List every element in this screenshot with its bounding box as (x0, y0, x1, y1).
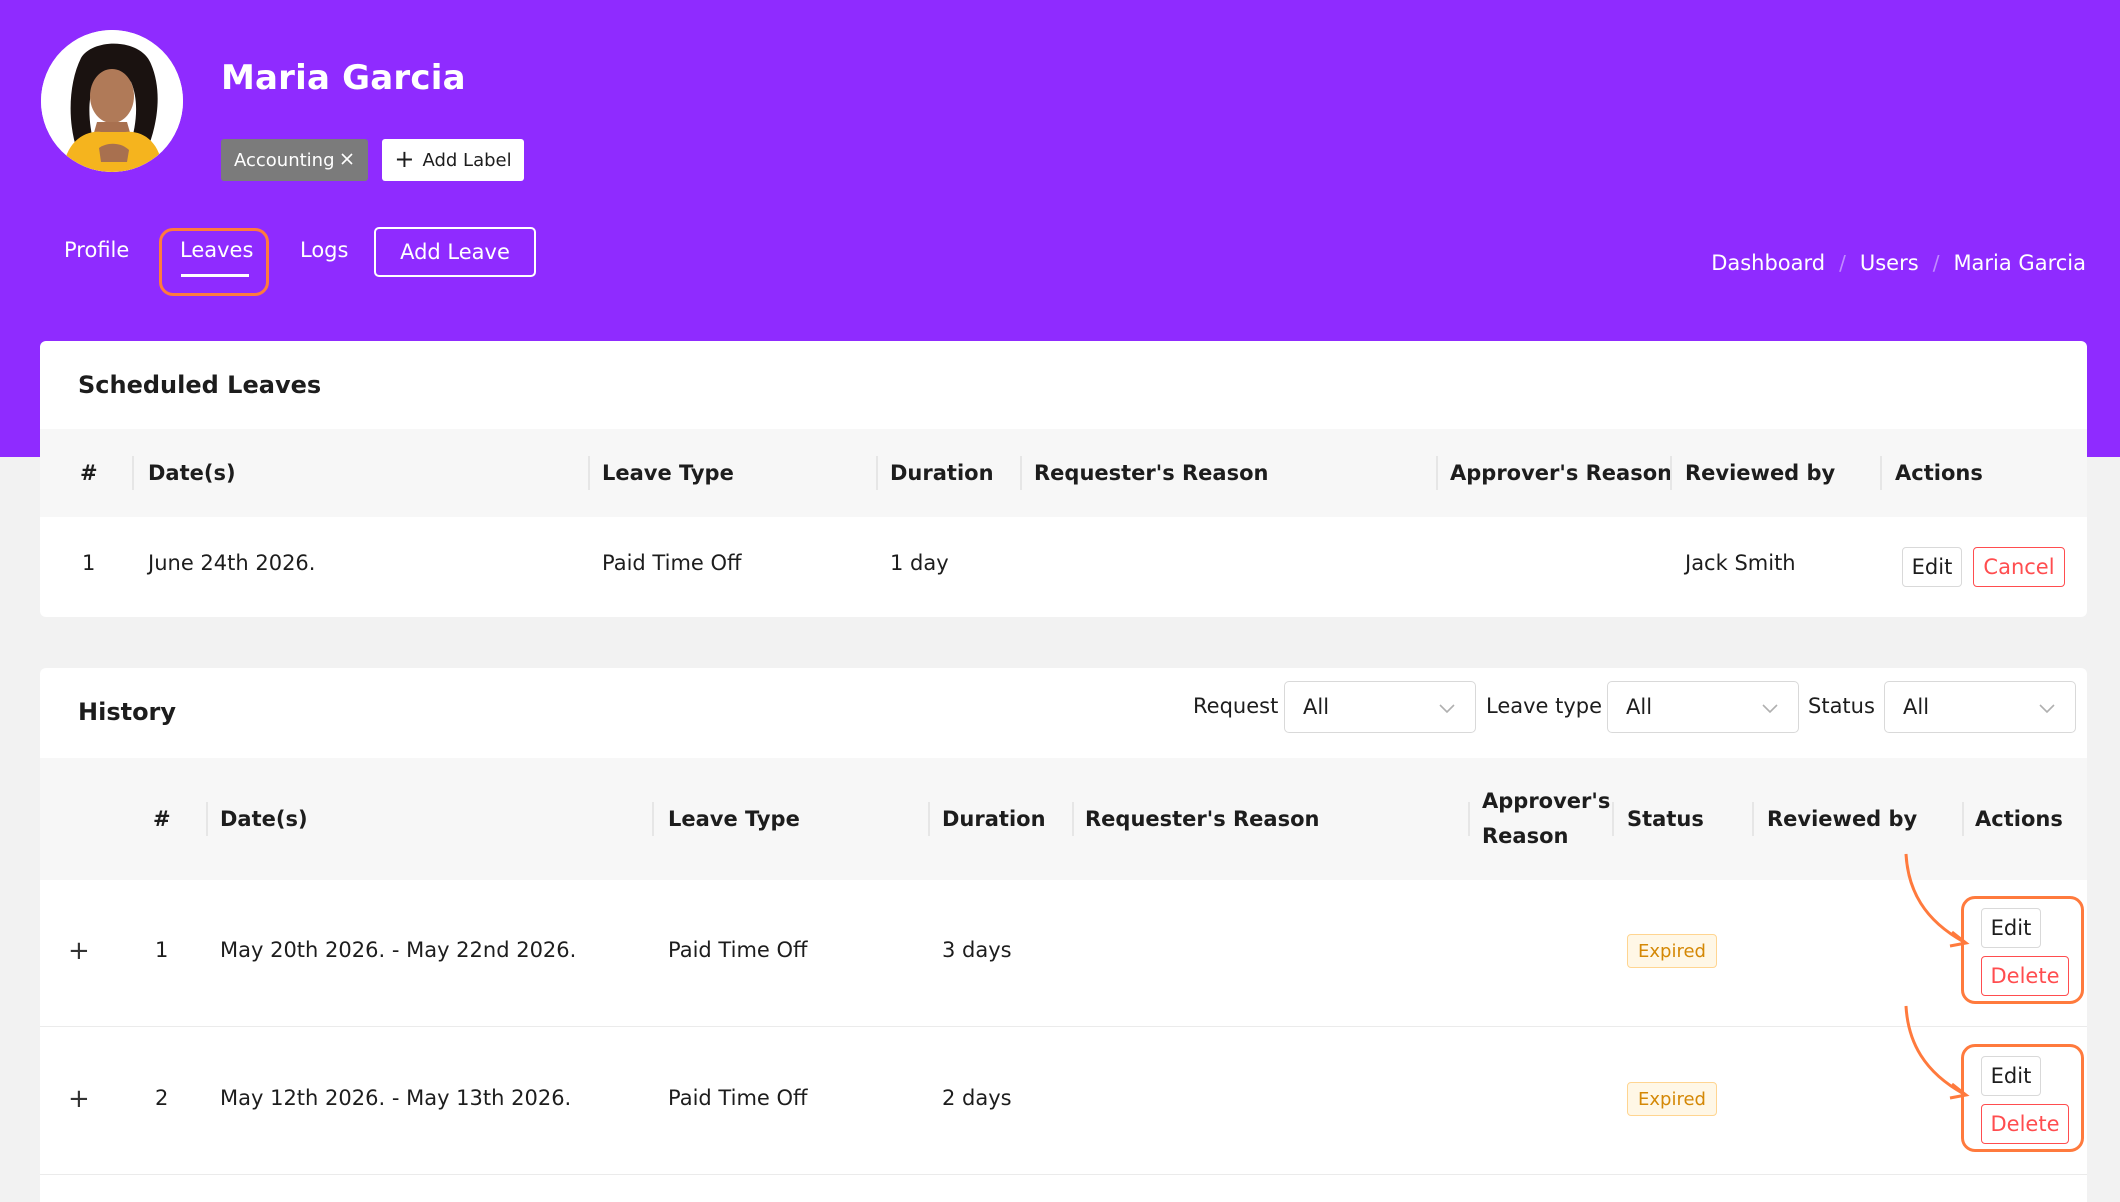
row-divider (40, 1174, 2087, 1175)
label-chip-text: Accounting (234, 149, 335, 171)
row-dates: May 12th 2026. - May 13th 2026. (220, 1086, 572, 1110)
column-divider (1962, 802, 1964, 836)
column-divider (132, 456, 134, 490)
filter-status-select[interactable]: All (1884, 681, 2076, 733)
filter-status-label: Status (1808, 694, 1875, 718)
column-header-dates: Date(s) (220, 807, 308, 831)
row-divider (40, 1026, 2087, 1027)
column-divider (1020, 456, 1022, 490)
add-label-text: Add Label (422, 149, 512, 171)
column-divider (1752, 802, 1754, 836)
row-reviewed-by: Jack Smith (1685, 551, 1796, 575)
tab-logs[interactable]: Logs (300, 238, 348, 262)
scheduled-leaves-title: Scheduled Leaves (78, 371, 322, 399)
column-header-duration: Duration (890, 461, 994, 485)
row-num: 2 (155, 1086, 169, 1110)
delete-button[interactable]: Delete (1981, 956, 2069, 996)
row-leave-type: Paid Time Off (602, 551, 742, 575)
row-duration: 3 days (942, 938, 1012, 962)
row-num: 1 (82, 551, 96, 575)
scheduled-leaves-card: Scheduled Leaves # Date(s) Leave Type Du… (40, 341, 2087, 617)
column-divider (1072, 802, 1074, 836)
column-header-actions: Actions (1975, 807, 2063, 831)
column-header-requester-reason: Requester's Reason (1085, 807, 1320, 831)
cancel-button[interactable]: Cancel (1973, 547, 2065, 587)
row-num: 1 (155, 938, 169, 962)
breadcrumb-separator: / (1932, 251, 1940, 275)
tab-profile[interactable]: Profile (64, 238, 129, 262)
column-divider (1436, 456, 1438, 490)
row-duration: 2 days (942, 1086, 1012, 1110)
column-header-approver-reason-line1: Approver's (1482, 789, 1611, 813)
filter-leave-type-select[interactable]: All (1607, 681, 1799, 733)
breadcrumb-dashboard[interactable]: Dashboard (1711, 251, 1825, 275)
edit-button[interactable]: Edit (1981, 908, 2041, 948)
column-divider (1468, 802, 1470, 836)
column-divider (928, 802, 930, 836)
column-divider (206, 802, 208, 836)
close-icon[interactable] (336, 148, 358, 170)
column-divider (876, 456, 878, 490)
avatar-photo-icon (41, 30, 183, 172)
column-divider (588, 456, 590, 490)
expand-row-icon[interactable]: + (68, 1086, 90, 1112)
column-header-approver-reason: Approver's Reason (1450, 461, 1673, 485)
column-header-leave-type: Leave Type (668, 807, 800, 831)
history-card: History Request All Leave type All Statu… (40, 668, 2087, 1202)
column-header-leave-type: Leave Type (602, 461, 734, 485)
column-header-reviewed-by: Reviewed by (1767, 807, 1918, 831)
delete-button[interactable]: Delete (1981, 1104, 2069, 1144)
row-duration: 1 day (890, 551, 949, 575)
row-leave-type: Paid Time Off (668, 938, 808, 962)
column-header-dates: Date(s) (148, 461, 236, 485)
breadcrumb: Dashboard / Users / Maria Garcia (1711, 251, 2086, 275)
column-divider (1612, 802, 1614, 836)
annotation-arrow-icon (1904, 853, 1970, 948)
column-header-num: # (80, 461, 98, 485)
row-dates: May 20th 2026. - May 22nd 2026. (220, 938, 577, 962)
breadcrumb-current: Maria Garcia (1953, 251, 2086, 275)
avatar (41, 30, 183, 172)
annotation-arrow-icon (1904, 1005, 1970, 1100)
edit-button[interactable]: Edit (1981, 1056, 2041, 1096)
row-dates: June 24th 2026. (148, 551, 316, 575)
edit-button[interactable]: Edit (1902, 547, 1962, 587)
filter-request-label: Request (1193, 694, 1279, 718)
status-badge: Expired (1627, 934, 1717, 968)
chevron-down-icon (2039, 704, 2055, 714)
column-divider (1880, 456, 1882, 490)
column-header-duration: Duration (942, 807, 1046, 831)
row-leave-type: Paid Time Off (668, 1086, 808, 1110)
chevron-down-icon (1439, 704, 1455, 714)
column-header-status: Status (1627, 807, 1704, 831)
breadcrumb-users[interactable]: Users (1860, 251, 1919, 275)
column-divider (652, 802, 654, 836)
breadcrumb-separator: / (1839, 251, 1846, 275)
history-table-header: # Date(s) Leave Type Duration Requester'… (40, 758, 2087, 880)
chevron-down-icon (1762, 704, 1778, 714)
tab-active-indicator (181, 274, 249, 277)
column-header-approver-reason-line2: Reason (1482, 824, 1569, 848)
filter-request-select[interactable]: All (1284, 681, 1476, 733)
add-label-button[interactable]: + Add Label (382, 139, 524, 181)
label-chip-accounting: Accounting (221, 139, 368, 181)
column-header-requester-reason: Requester's Reason (1034, 461, 1269, 485)
column-header-actions: Actions (1895, 461, 1983, 485)
status-badge: Expired (1627, 1082, 1717, 1116)
history-title: History (78, 698, 177, 726)
plus-icon: + (394, 145, 415, 173)
filter-request-value: All (1303, 695, 1330, 719)
add-leave-button[interactable]: Add Leave (374, 227, 536, 277)
tab-leaves[interactable]: Leaves (180, 238, 253, 262)
column-divider (1670, 456, 1672, 490)
filter-leave-type-value: All (1626, 695, 1653, 719)
scheduled-table-header: # Date(s) Leave Type Duration Requester'… (40, 429, 2087, 517)
filter-leave-type-label: Leave type (1486, 694, 1603, 718)
filter-status-value: All (1903, 695, 1930, 719)
column-header-reviewed-by: Reviewed by (1685, 461, 1836, 485)
user-name: Maria Garcia (221, 58, 466, 98)
column-header-num: # (153, 807, 171, 831)
expand-row-icon[interactable]: + (68, 938, 90, 964)
